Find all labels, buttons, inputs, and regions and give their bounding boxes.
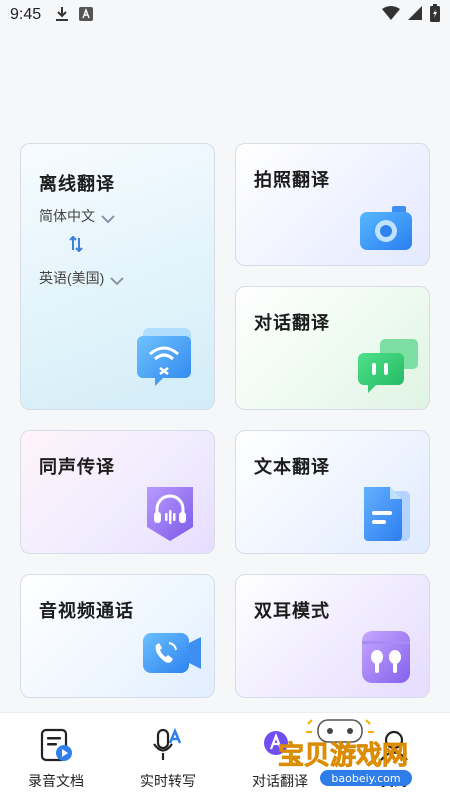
status-time: 9:45 bbox=[10, 6, 42, 23]
document-play-icon bbox=[38, 727, 74, 763]
headphones-icon bbox=[143, 483, 197, 548]
swap-language-icon[interactable] bbox=[69, 235, 83, 257]
photo-translate-title: 拍照翻译 bbox=[254, 170, 330, 190]
chevron-down-icon bbox=[101, 211, 115, 224]
dual-ear-mode-card[interactable]: 双耳模式 bbox=[235, 574, 430, 698]
offline-wifi-chat-icon bbox=[133, 324, 197, 393]
source-language-selector[interactable]: 简体中文 bbox=[39, 206, 115, 226]
simultaneous-interpretation-card[interactable]: 同声传译 bbox=[20, 430, 215, 554]
document-icon bbox=[360, 483, 412, 548]
photo-translate-card[interactable]: 拍照翻译 bbox=[235, 143, 430, 266]
text-translate-title: 文本翻译 bbox=[254, 457, 330, 477]
chat-bubbles-icon bbox=[354, 337, 422, 402]
watermark-url: baobeiy.com bbox=[331, 772, 400, 785]
target-language-selector[interactable]: 英语(美国) bbox=[39, 268, 125, 288]
nav-item-recording-docs[interactable]: 录音文档 bbox=[0, 713, 112, 800]
status-bar: 9:45 bbox=[0, 0, 450, 30]
av-call-title: 音视频通话 bbox=[39, 601, 134, 621]
offline-translate-title: 离线翻译 bbox=[39, 174, 115, 194]
mic-transcribe-icon bbox=[150, 727, 186, 763]
target-language-label: 英语(美国) bbox=[39, 270, 105, 286]
simultaneous-interpretation-title: 同声传译 bbox=[39, 457, 115, 477]
signal-icon bbox=[408, 5, 422, 25]
earbuds-icon bbox=[358, 627, 414, 692]
watermark-logo: 宝贝游戏网 baobeiy.com bbox=[278, 718, 446, 788]
offline-translate-card[interactable]: 离线翻译 简体中文 英语(美国) bbox=[20, 143, 215, 410]
av-call-card[interactable]: 音视频通话 bbox=[20, 574, 215, 698]
nav-label-recording-docs: 录音文档 bbox=[28, 773, 84, 789]
dual-ear-mode-title: 双耳模式 bbox=[254, 601, 330, 621]
wifi-icon bbox=[382, 5, 400, 25]
watermark-text: 宝贝游戏网 bbox=[278, 740, 408, 771]
camera-icon bbox=[356, 200, 416, 257]
video-call-icon bbox=[141, 631, 205, 680]
app-notification-icon bbox=[79, 6, 94, 24]
source-language-label: 简体中文 bbox=[39, 208, 95, 224]
dialog-translate-title: 对话翻译 bbox=[254, 313, 330, 333]
download-icon bbox=[55, 6, 69, 25]
nav-item-live-transcribe[interactable]: 实时转写 bbox=[112, 713, 224, 800]
chevron-down-icon bbox=[110, 273, 125, 286]
nav-label-live-transcribe: 实时转写 bbox=[140, 773, 196, 789]
text-translate-card[interactable]: 文本翻译 bbox=[235, 430, 430, 554]
battery-icon bbox=[430, 3, 440, 27]
dialog-translate-card[interactable]: 对话翻译 bbox=[235, 286, 430, 410]
